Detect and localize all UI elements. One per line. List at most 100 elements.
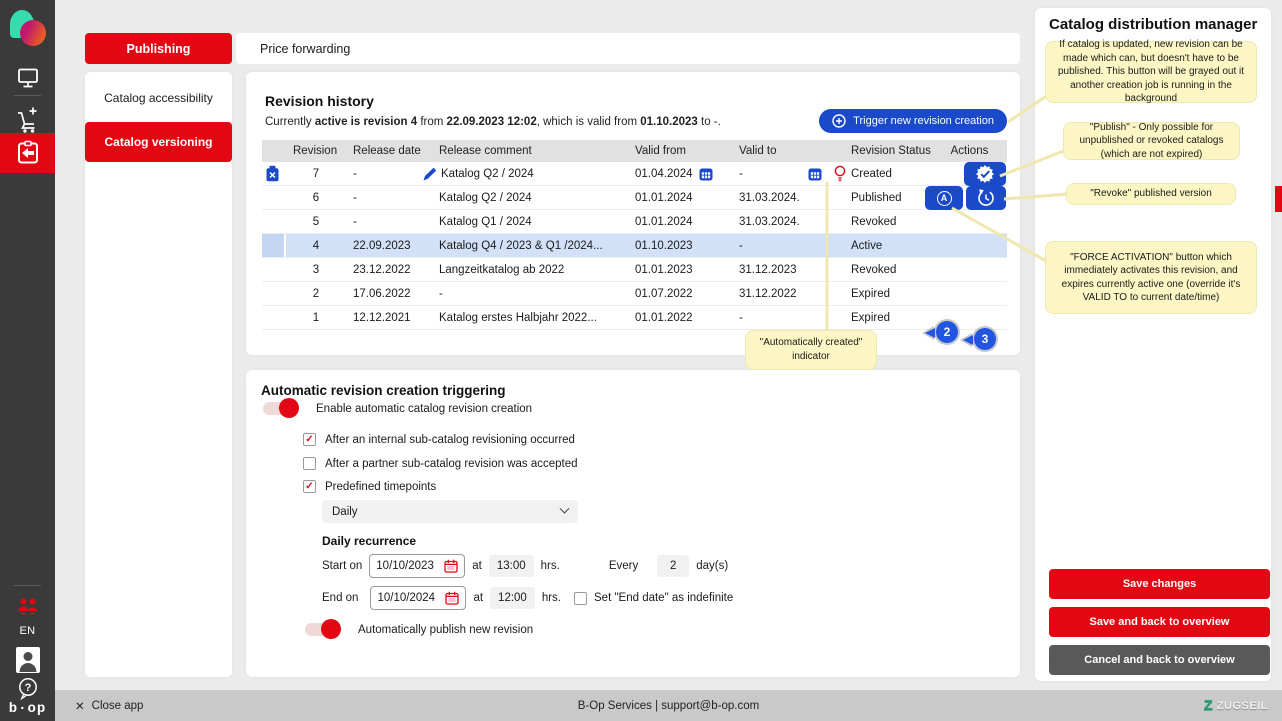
cell-revision: 5 — [286, 210, 346, 233]
col-revision-status: Revision Status — [844, 145, 932, 157]
table-row-revision-5[interactable]: 5 - Katalog Q1 / 2024 01.01.2024 31.03.2… — [262, 210, 1007, 234]
enable-auto-toggle[interactable] — [263, 402, 297, 415]
cell-comment: - — [432, 282, 628, 305]
comment-text: Katalog Q2 / 2024 — [441, 168, 534, 180]
start-date-input[interactable]: 10/10/2023 — [369, 554, 465, 578]
avatar-icon — [16, 647, 40, 673]
cell-valid-from: 01.01.2024 — [628, 186, 732, 209]
app-logo-icon — [9, 8, 49, 50]
save-back-button[interactable]: Save and back to overview — [1049, 607, 1270, 637]
note-automatically-created: "Automatically created" indicator — [745, 330, 877, 370]
hrs-label: hrs. — [541, 560, 560, 572]
end-time-value: 12:00 — [498, 592, 527, 604]
cell-release-date: 22.09.2023 — [346, 234, 432, 257]
cell-spacer — [262, 306, 286, 329]
cell-release-date: - — [346, 162, 432, 185]
auto-publish-toggle[interactable] — [305, 623, 339, 636]
users-red-icon — [15, 596, 41, 616]
nav-item-catalog-accessibility[interactable]: Catalog accessibility — [85, 78, 232, 118]
start-row: Start on 10/10/2023 at 13:00 hrs. Every … — [322, 554, 728, 578]
indefinite-label: Set "End date" as indefinite — [594, 592, 733, 604]
right-panel-title: Catalog distribution manager — [1049, 16, 1257, 33]
sidebar-item-users[interactable] — [0, 592, 55, 620]
table-row-revision-1[interactable]: 1 12.12.2021 Katalog erstes Halbjahr 202… — [262, 306, 1007, 330]
subtitle-part-bold: 01.10.2023 — [640, 116, 698, 128]
zugseil-z-icon: Z — [1204, 698, 1213, 713]
checkbox-partner[interactable] — [303, 457, 316, 470]
checkbox-internal[interactable]: ✓ — [303, 433, 316, 446]
table-row-revision-4-active[interactable]: 4 22.09.2023 Katalog Q4 / 2023 & Q1 /202… — [262, 234, 1007, 258]
monitor-icon — [16, 67, 40, 89]
sidebar-divider — [14, 95, 41, 96]
revoke-revision-button[interactable] — [966, 186, 1006, 210]
cell-actions — [932, 162, 1007, 185]
cell-spacer — [262, 210, 286, 233]
table-row-revision-7[interactable]: 7 - Katalog Q2 / 2024 01.04.2024 — [262, 162, 1007, 186]
end-row: End on 10/10/2024 at 12:00 hrs. Set "End… — [322, 586, 733, 610]
delete-revision-icon[interactable] — [262, 162, 286, 185]
cell-valid-to: - — [732, 306, 844, 329]
tab-publishing[interactable]: Publishing — [85, 33, 232, 64]
frequency-select[interactable]: Daily — [322, 500, 578, 523]
tab-price-forwarding[interactable]: Price forwarding — [236, 33, 1020, 64]
cell-actions — [932, 282, 1007, 305]
cell-revision: 4 — [286, 234, 346, 257]
annotation-pin-3: 3 — [958, 326, 998, 358]
revision-history-card: Revision history Currently active is rev… — [246, 72, 1020, 355]
cell-actions — [932, 234, 1007, 257]
start-time-input[interactable]: 13:00 — [489, 555, 534, 577]
note-publish-explanation: "Publish" - Only possible for unpublishe… — [1063, 122, 1240, 160]
col-actions: Actions — [932, 145, 1007, 157]
col-release-comment: Release comment — [432, 145, 628, 157]
sidebar-item-catalog-active[interactable] — [0, 133, 55, 173]
left-nav-panel: Catalog accessibility Catalog versioning — [85, 72, 232, 677]
checkbox-partner-label: After a partner sub-catalog revision was… — [325, 458, 578, 470]
save-changes-button[interactable]: Save changes — [1049, 569, 1270, 599]
checkbox-row-internal: ✓ After an internal sub-catalog revision… — [303, 433, 575, 446]
cell-revision: 6 — [286, 186, 346, 209]
end-on-label: End on — [322, 592, 358, 604]
col-release-date: Release date — [346, 145, 432, 157]
note-line: indicator — [792, 350, 830, 364]
sidebar-item-profile[interactable] — [0, 644, 55, 676]
valid-from-text: 01.04.2024 — [635, 168, 693, 180]
note-revoke-explanation: "Revoke" published version — [1066, 183, 1236, 205]
end-time-input[interactable]: 12:00 — [490, 587, 535, 609]
cell-status: Expired — [844, 306, 932, 329]
end-date-input[interactable]: 10/10/2024 — [370, 586, 466, 610]
sidebar-item-monitor[interactable] — [0, 58, 55, 98]
sidebar-language-switcher[interactable]: EN — [0, 620, 55, 642]
checkbox-predefined[interactable]: ✓ — [303, 480, 316, 493]
edit-comment-icon[interactable] — [423, 167, 437, 181]
cell-spacer — [262, 186, 286, 209]
cell-comment: Langzeitkatalog ab 2022 — [432, 258, 628, 281]
table-row-revision-2[interactable]: 2 17.06.2022 - 01.07.2022 31.12.2022 Exp… — [262, 282, 1007, 306]
revision-table-header: Revision Release date Release comment Va… — [262, 140, 1007, 162]
valid-to-text: - — [739, 168, 743, 180]
cell-valid-to: - — [732, 234, 844, 257]
table-row-revision-6[interactable]: 6 - Katalog Q2 / 2024 01.01.2024 31.03.2… — [262, 186, 1007, 210]
table-row-revision-3[interactable]: 3 23.12.2022 Langzeitkatalog ab 2022 01.… — [262, 258, 1007, 282]
cell-revision: 3 — [286, 258, 346, 281]
force-activation-button[interactable]: A — [925, 186, 963, 210]
enable-auto-label: Enable automatic catalog revision creati… — [316, 403, 532, 415]
plus-circle-icon — [832, 114, 846, 128]
cell-status: Revoked — [844, 210, 932, 233]
indefinite-checkbox[interactable] — [574, 592, 587, 605]
trigger-new-revision-button[interactable]: Trigger new revision creation — [819, 109, 1007, 133]
revision-history-subtitle: Currently active is revision 4 from 22.0… — [265, 116, 721, 128]
interval-input[interactable]: 2 — [657, 555, 689, 577]
publish-revision-button[interactable] — [964, 162, 1006, 186]
cell-status: Active — [844, 234, 932, 257]
cancel-back-button[interactable]: Cancel and back to overview — [1049, 645, 1270, 675]
cell-comment: Katalog Q2 / 2024 — [432, 162, 628, 185]
valid-from-calendar-icon[interactable] — [699, 167, 713, 181]
subtitle-part: Currently — [265, 116, 315, 128]
cell-revision: 2 — [286, 282, 346, 305]
cell-release-date: 12.12.2021 — [346, 306, 432, 329]
nav-item-catalog-versioning[interactable]: Catalog versioning — [85, 122, 232, 162]
chevron-down-icon — [560, 504, 570, 514]
valid-to-calendar-icon[interactable] — [808, 167, 822, 181]
subtitle-part-bold: 22.09.2023 12:02 — [447, 116, 537, 128]
every-label: Every — [609, 560, 638, 572]
